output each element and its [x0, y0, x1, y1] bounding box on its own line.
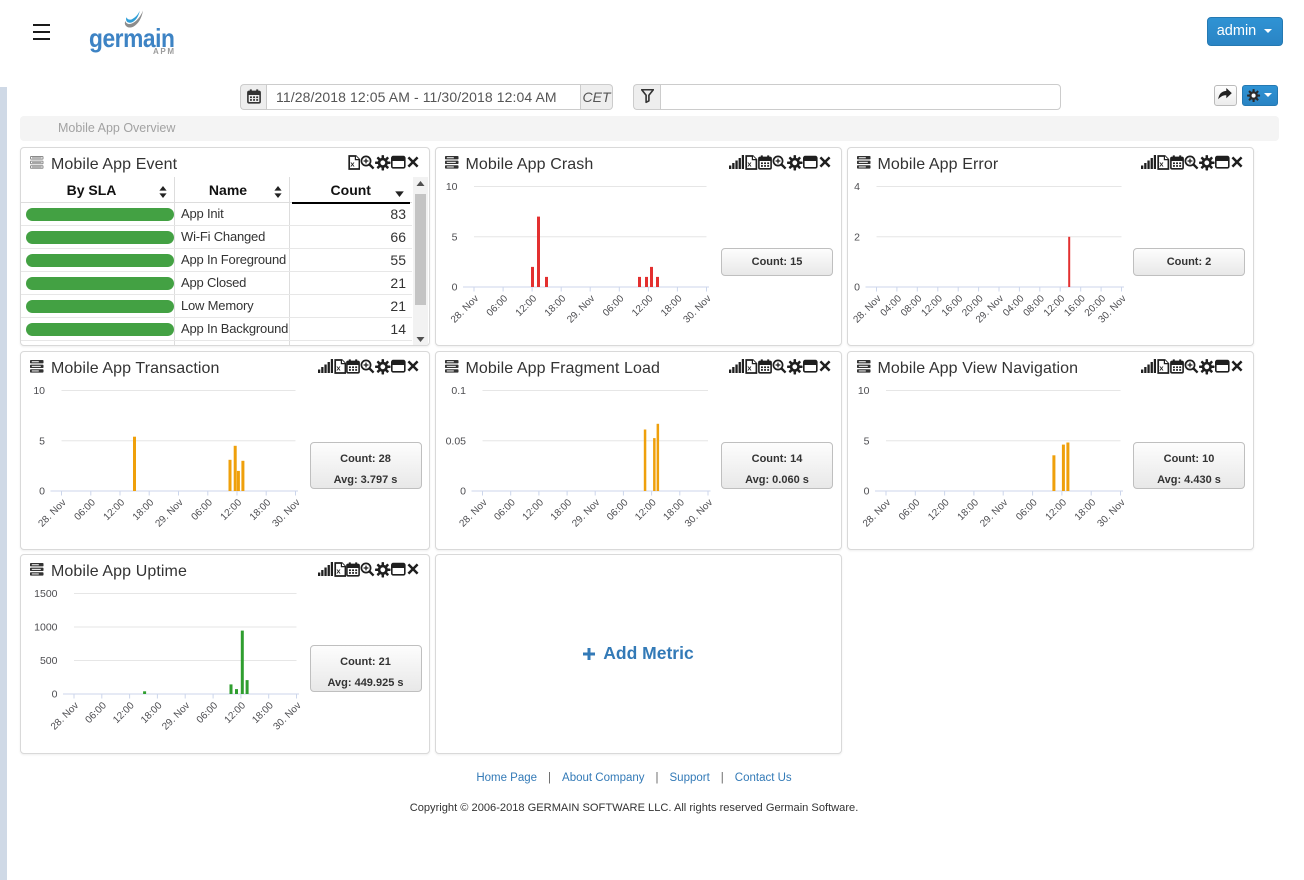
svg-text:12:00: 12:00	[926, 497, 952, 523]
svg-text:12:00: 12:00	[513, 293, 539, 319]
svg-text:30. Nov: 30. Nov	[1095, 497, 1127, 527]
svg-text:12:00: 12:00	[630, 293, 656, 319]
svg-text:0: 0	[52, 689, 58, 701]
svg-text:0.05: 0.05	[445, 435, 466, 447]
svg-text:04:00: 04:00	[878, 293, 904, 319]
svg-text:30. Nov: 30. Nov	[682, 497, 714, 527]
svg-text:1500: 1500	[34, 588, 58, 600]
svg-text:06:00: 06:00	[195, 700, 221, 726]
svg-text:5: 5	[451, 231, 457, 243]
svg-text:12:00: 12:00	[919, 293, 945, 319]
svg-text:18:00: 18:00	[131, 497, 157, 523]
svg-text:10: 10	[33, 385, 45, 397]
svg-text:29. Nov: 29. Nov	[570, 497, 602, 527]
svg-text:18:00: 18:00	[955, 497, 981, 523]
svg-text:12:00: 12:00	[219, 497, 245, 523]
svg-text:28. Nov: 28. Nov	[49, 700, 81, 730]
svg-text:28. Nov: 28. Nov	[860, 497, 892, 527]
svg-text:30. Nov: 30. Nov	[271, 700, 303, 730]
svg-text:06:00: 06:00	[484, 293, 510, 319]
svg-text:0: 0	[39, 485, 45, 497]
svg-text:29. Nov: 29. Nov	[565, 293, 597, 323]
svg-text:18:00: 18:00	[661, 497, 687, 523]
svg-text:500: 500	[40, 655, 58, 667]
svg-text:04:00: 04:00	[1001, 293, 1027, 319]
svg-text:16:00: 16:00	[939, 293, 965, 319]
svg-text:12:00: 12:00	[111, 700, 137, 726]
svg-text:4: 4	[854, 181, 860, 193]
svg-text:30. Nov: 30. Nov	[270, 497, 302, 527]
svg-text:2: 2	[854, 231, 860, 243]
svg-text:12:00: 12:00	[633, 497, 659, 523]
svg-text:06:00: 06:00	[189, 497, 215, 523]
svg-text:12:00: 12:00	[102, 497, 128, 523]
svg-text:08:00: 08:00	[898, 293, 924, 319]
svg-text:18:00: 18:00	[250, 700, 276, 726]
svg-text:12:00: 12:00	[1041, 293, 1067, 319]
svg-text:18:00: 18:00	[139, 700, 165, 726]
svg-text:5: 5	[39, 435, 45, 447]
svg-text:16:00: 16:00	[1062, 293, 1088, 319]
svg-text:12:00: 12:00	[1043, 497, 1069, 523]
svg-text:1000: 1000	[34, 622, 58, 634]
svg-text:29. Nov: 29. Nov	[978, 497, 1010, 527]
svg-text:10: 10	[445, 181, 457, 193]
svg-text:5: 5	[863, 435, 869, 447]
svg-text:06:00: 06:00	[1014, 497, 1040, 523]
svg-text:x: x	[350, 160, 355, 169]
svg-text:18:00: 18:00	[659, 293, 685, 319]
svg-text:28. Nov: 28. Nov	[448, 293, 480, 323]
svg-text:18:00: 18:00	[1072, 497, 1098, 523]
svg-text:0.1: 0.1	[451, 385, 466, 397]
svg-text:28. Nov: 28. Nov	[851, 293, 883, 323]
svg-text:06:00: 06:00	[600, 293, 626, 319]
svg-text:29. Nov: 29. Nov	[160, 700, 192, 730]
svg-text:0: 0	[451, 282, 457, 294]
svg-text:06:00: 06:00	[605, 497, 631, 523]
svg-text:06:00: 06:00	[492, 497, 518, 523]
svg-text:18:00: 18:00	[548, 497, 574, 523]
svg-text:0: 0	[854, 282, 860, 294]
svg-text:28. Nov: 28. Nov	[457, 497, 489, 527]
svg-text:06:00: 06:00	[72, 497, 98, 523]
svg-text:06:00: 06:00	[896, 497, 922, 523]
svg-text:28. Nov: 28. Nov	[36, 497, 68, 527]
svg-text:29. Nov: 29. Nov	[153, 497, 185, 527]
svg-text:18:00: 18:00	[542, 293, 568, 319]
svg-text:10: 10	[857, 385, 869, 397]
svg-text:30. Nov: 30. Nov	[681, 293, 713, 323]
svg-text:08:00: 08:00	[1021, 293, 1047, 319]
svg-text:12:00: 12:00	[520, 497, 546, 523]
svg-text:0: 0	[460, 485, 466, 497]
svg-text:0: 0	[863, 485, 869, 497]
svg-text:06:00: 06:00	[83, 700, 109, 726]
svg-text:12:00: 12:00	[223, 700, 249, 726]
svg-text:18:00: 18:00	[248, 497, 274, 523]
